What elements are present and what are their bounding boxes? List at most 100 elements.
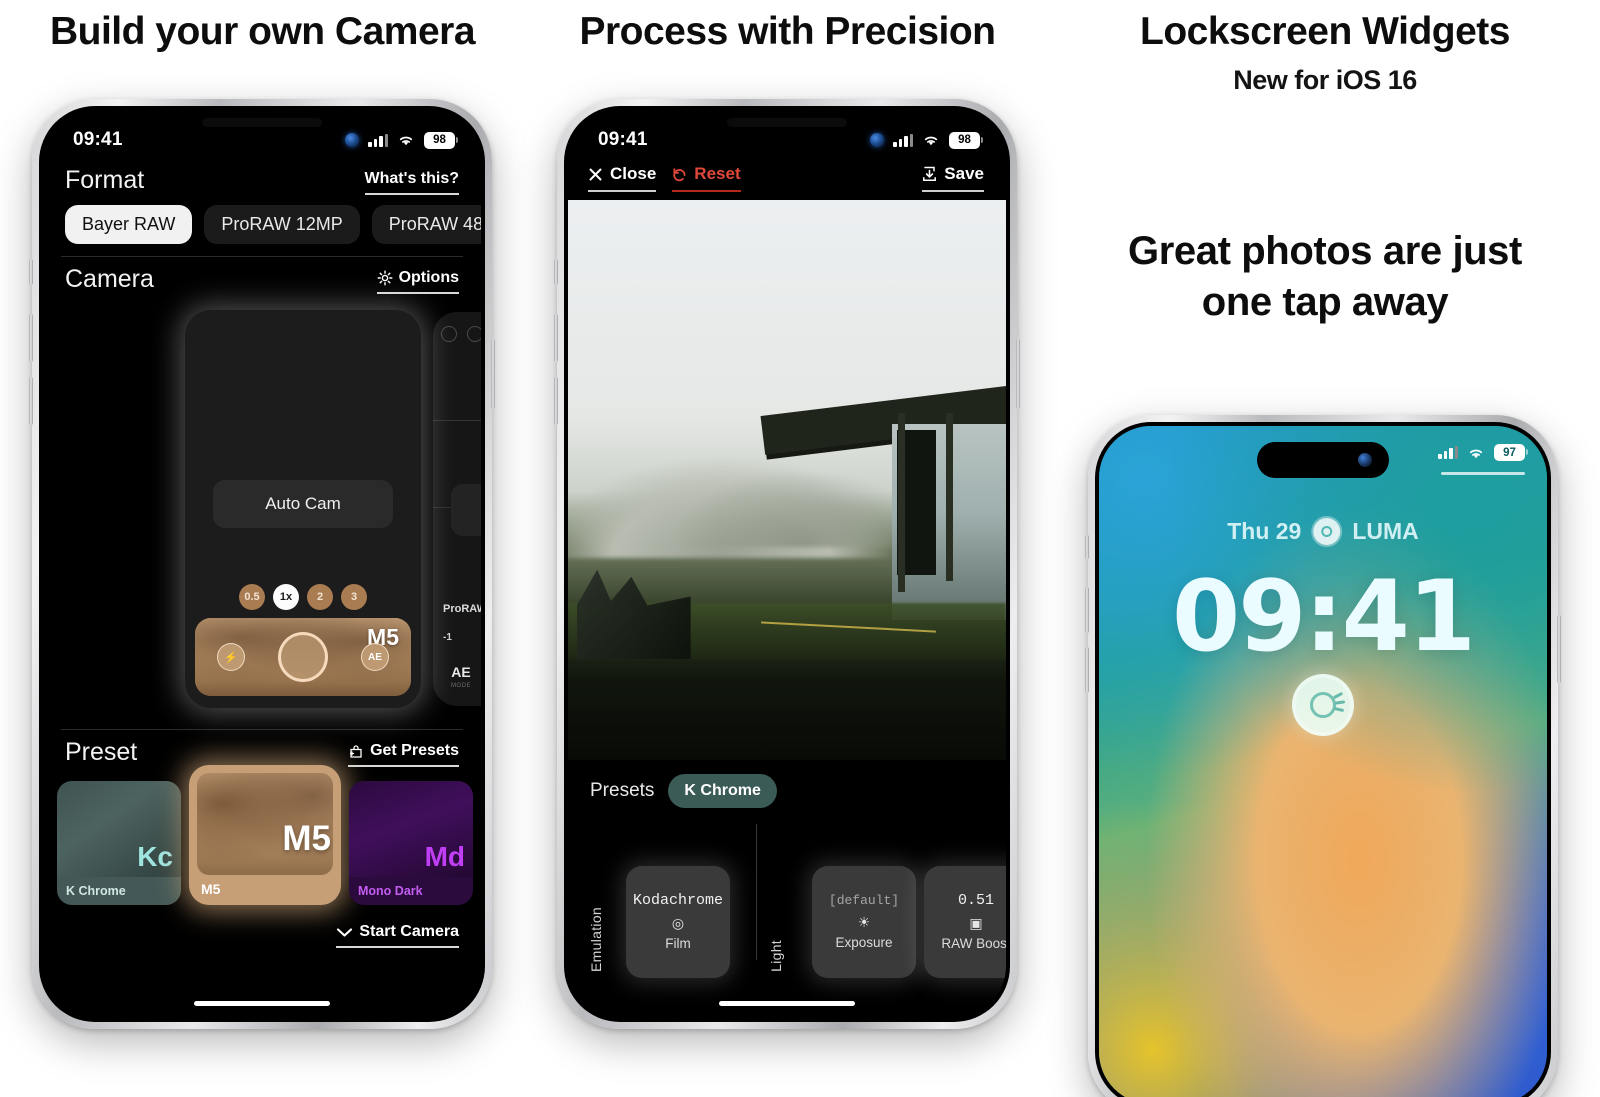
status-bar-1: 09:41 98 xyxy=(43,110,481,156)
power-button[interactable] xyxy=(1557,615,1561,683)
get-presets-link[interactable]: Get Presets xyxy=(348,742,459,767)
mute-switch[interactable] xyxy=(29,259,33,285)
cellular-signal-icon xyxy=(368,133,388,147)
preset-item-m5-selected[interactable]: M5 M5 xyxy=(189,765,341,905)
photo-post xyxy=(898,412,906,592)
volume-up-button[interactable] xyxy=(1085,587,1089,633)
lockscreen-widget-name: LUMA xyxy=(1352,518,1419,544)
preset-item-mono-dark[interactable]: Md Mono Dark xyxy=(349,781,473,905)
zoom-option-2[interactable]: 2 xyxy=(307,584,333,610)
camera-builder-card[interactable]: Auto Cam 0.5 1x 2 3 M5 ⚡ AE xyxy=(185,310,421,708)
status-indicators: 98 xyxy=(345,131,458,149)
wifi-icon xyxy=(399,136,413,146)
home-indicator[interactable] xyxy=(194,1001,330,1006)
control-raw-boost[interactable]: 0.51 ▣ RAW Boost xyxy=(924,866,1006,978)
marketing-screenshot-sheet: Build your own Camera 09:41 98 Format Wh… xyxy=(0,0,1600,1097)
volume-down-button[interactable] xyxy=(29,377,33,425)
volume-up-button[interactable] xyxy=(554,314,558,362)
dynamic-island[interactable] xyxy=(1257,442,1389,478)
panel-process-with-precision: Process with Precision 09:41 98 Close Re… xyxy=(525,0,1050,1097)
side-card-values: -1 -¹⁄₃ -¹⁄₃ xyxy=(443,632,481,643)
side-card-icons xyxy=(433,312,481,342)
flash-icon[interactable]: ⚡ xyxy=(217,643,245,671)
status-time: 09:41 xyxy=(73,129,123,150)
status-underline xyxy=(1441,472,1525,475)
mute-switch[interactable] xyxy=(1085,535,1089,559)
shutter-button[interactable] xyxy=(278,632,328,682)
options-link[interactable]: Options xyxy=(376,269,459,294)
chip-icon: ▣ xyxy=(969,914,983,931)
panel-3-subhead: New for iOS 16 xyxy=(1233,64,1417,95)
save-button[interactable]: Save xyxy=(922,164,984,192)
panel-2-headline: Process with Precision xyxy=(579,10,996,53)
side-card-value-0: -1 xyxy=(443,632,452,643)
zoom-level-row: 0.5 1x 2 3 xyxy=(185,584,421,610)
home-indicator[interactable] xyxy=(719,1001,855,1006)
luma-lens-icon xyxy=(1313,518,1341,545)
group-label-emulation: Emulation xyxy=(588,907,604,972)
volume-up-button[interactable] xyxy=(29,314,33,362)
zoom-option-3[interactable]: 3 xyxy=(341,584,367,610)
chevron-down-icon xyxy=(337,927,353,937)
camera-builder-app: Format What's this? Bayer RAW ProRAW 12M… xyxy=(43,156,481,1018)
preset-name: M5 xyxy=(201,881,221,897)
side-card-ae[interactable]: AE MODE xyxy=(451,664,471,689)
iphone-frame-3: 97 Thu 29 LUMA 09:41 xyxy=(1085,415,1561,1097)
start-camera-row: Start Camera xyxy=(43,917,481,948)
control-exposure[interactable]: [default] ☀ Exposure xyxy=(812,866,916,978)
volume-down-button[interactable] xyxy=(554,377,558,425)
ray-icon xyxy=(1332,691,1344,699)
save-download-icon xyxy=(923,166,937,181)
reset-button[interactable]: Reset xyxy=(672,164,741,192)
reset-label: Reset xyxy=(694,164,741,183)
power-button[interactable] xyxy=(1016,339,1020,409)
cellular-signal-icon xyxy=(893,133,913,147)
status-time: 09:41 xyxy=(598,129,648,150)
start-camera-label: Start Camera xyxy=(359,923,459,940)
cellular-signal-icon xyxy=(1438,446,1458,459)
side-card-ae-sub: MODE xyxy=(451,683,471,689)
film-icon: ◎ xyxy=(671,914,685,931)
auto-cam-button[interactable]: Auto Cam xyxy=(213,480,393,528)
lockscreen-clock: 09:41 xyxy=(1172,560,1476,674)
ray-icon xyxy=(1334,700,1346,705)
iphone-screen-3: 97 Thu 29 LUMA 09:41 xyxy=(1099,426,1547,1097)
preset-chip-k-chrome[interactable]: K Chrome xyxy=(668,774,777,808)
photo-post xyxy=(946,412,954,581)
close-button[interactable]: Close xyxy=(588,164,657,192)
preset-tag: Kc xyxy=(137,841,173,872)
brightness-icon: ☀ xyxy=(857,913,871,930)
power-button[interactable] xyxy=(491,339,495,409)
presets-label: Presets xyxy=(590,780,655,801)
start-camera-button[interactable]: Start Camera xyxy=(336,923,459,948)
camera-section-header: Camera Options xyxy=(43,257,481,294)
photo-preview[interactable] xyxy=(568,200,1006,760)
format-option-proraw-12mp[interactable]: ProRAW 12MP xyxy=(204,205,360,244)
iphone-bezel-3: 97 Thu 29 LUMA 09:41 xyxy=(1095,422,1551,1097)
luma-shortcut-widget[interactable] xyxy=(1292,674,1354,736)
control-exposure-name: Exposure xyxy=(835,934,893,950)
preset-tag: Md xyxy=(424,841,465,872)
lockscreen-date-widget[interactable]: Thu 29 LUMA xyxy=(1227,518,1419,545)
format-option-bayer-raw[interactable]: Bayer RAW xyxy=(65,205,193,244)
mute-switch[interactable] xyxy=(554,259,558,285)
zoom-option-0-5[interactable]: 0.5 xyxy=(239,584,265,610)
preset-name: Mono Dark xyxy=(349,877,473,905)
iphone-screen-2: 09:41 98 Close Reset Save Presets K Chro… xyxy=(568,110,1006,1018)
side-card-ae-af: AE MODE AF FOCUS xyxy=(451,664,481,689)
presets-bar: Presets K Chrome xyxy=(568,760,1006,808)
adjustment-controls: Emulation Kodachrome ◎ Film Light [defau… xyxy=(568,824,1006,978)
control-film[interactable]: Kodachrome ◎ Film xyxy=(626,866,730,978)
zoom-option-1x[interactable]: 1x xyxy=(273,584,299,610)
battery-indicator: 98 xyxy=(949,131,983,149)
preset-item-k-chrome[interactable]: Kc K Chrome xyxy=(57,781,181,905)
control-film-name: Film xyxy=(665,935,691,951)
camera-side-card[interactable]: Pr ProRAW 12 M5 -1 -¹⁄₃ -¹⁄₃ xyxy=(433,312,481,706)
control-exposure-value: [default] xyxy=(828,893,900,909)
volume-down-button[interactable] xyxy=(1085,647,1089,693)
iphone-frame-2: 09:41 98 Close Reset Save Presets K Chro… xyxy=(554,99,1020,1029)
ae-button[interactable]: AE xyxy=(361,643,389,671)
preset-thumbnail: Kc xyxy=(57,781,181,877)
whats-this-link[interactable]: What's this? xyxy=(364,170,459,195)
format-option-proraw-48mp[interactable]: ProRAW 48MP xyxy=(371,205,481,244)
